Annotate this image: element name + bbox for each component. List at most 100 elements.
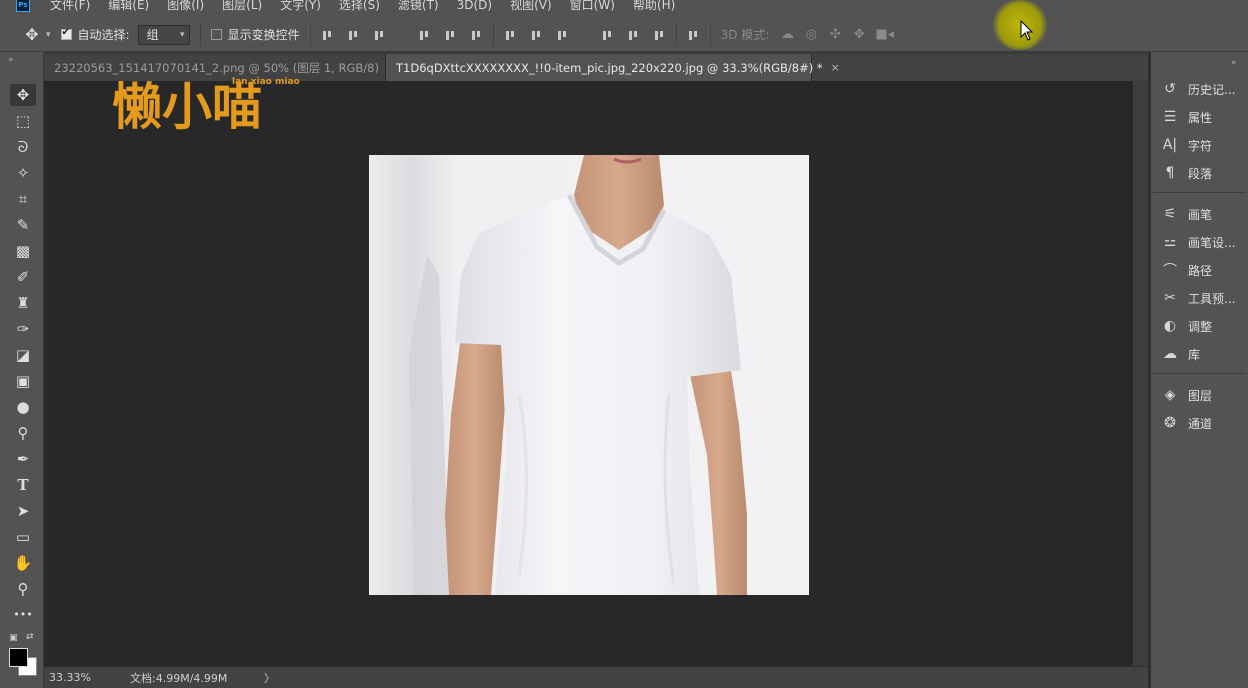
- align-left-edges-icon[interactable]: [418, 28, 431, 42]
- panel-button-layers[interactable]: ◈ 图层: [1159, 384, 1245, 406]
- panel-group-divider: [1153, 373, 1246, 374]
- photoshop-logo-icon[interactable]: Ps: [16, 0, 30, 12]
- distribute-top-icon[interactable]: [504, 28, 517, 42]
- eraser-tool-icon[interactable]: ◪: [10, 344, 36, 366]
- dodge-tool-icon[interactable]: ⚲: [10, 422, 36, 444]
- canvas-workspace[interactable]: [44, 81, 1132, 666]
- panel-button-brush-settings[interactable]: ⚍ 画笔设...: [1159, 231, 1245, 253]
- panel-label: 调整: [1188, 319, 1213, 334]
- collapse-chevrons-icon[interactable]: «: [1231, 58, 1237, 68]
- brush-tool-icon[interactable]: ✐: [10, 266, 36, 288]
- chevron-down-icon: ▾: [180, 29, 185, 40]
- panel-button-brushes[interactable]: ⚟ 画笔: [1159, 203, 1245, 225]
- panel-button-libraries[interactable]: ☁ 库: [1159, 343, 1245, 365]
- align-vertical-centers-icon[interactable]: [347, 28, 360, 42]
- eyedropper-tool-icon[interactable]: ✎: [10, 214, 36, 236]
- menu-image[interactable]: 图像(I): [167, 0, 204, 13]
- divider: [709, 23, 711, 46]
- paragraph-icon: ¶: [1165, 165, 1175, 181]
- distribute-horizontal-centers-icon[interactable]: [627, 28, 640, 42]
- collapse-chevrons-icon[interactable]: »: [8, 55, 14, 65]
- foreground-color-swatch[interactable]: [9, 648, 28, 667]
- document-image[interactable]: [369, 155, 809, 595]
- panel-label: 图层: [1188, 388, 1213, 403]
- menu-filter[interactable]: 滤镜(T): [398, 0, 439, 13]
- spot-healing-tool-icon[interactable]: ▩: [10, 240, 36, 262]
- zoom-tool-icon[interactable]: ⚲: [10, 578, 36, 600]
- swap-colors-icon[interactable]: ⇄: [26, 632, 34, 642]
- roll-3d-icon[interactable]: ◎: [803, 27, 819, 42]
- auto-align-layers-icon[interactable]: [687, 28, 700, 42]
- slide-3d-icon[interactable]: ✥: [851, 27, 867, 42]
- more-tools-icon[interactable]: •••: [10, 604, 36, 626]
- panel-button-channels[interactable]: ❂ 通道: [1159, 412, 1245, 434]
- scale-3d-icon[interactable]: ■◂: [875, 27, 894, 42]
- menu-select[interactable]: 选择(S): [339, 0, 380, 13]
- menu-window[interactable]: 窗口(W): [570, 0, 615, 13]
- adjustments-icon: ◐: [1163, 318, 1177, 334]
- vertical-scrollbar[interactable]: [1132, 81, 1148, 666]
- panel-label: 库: [1188, 347, 1201, 362]
- crop-tool-icon[interactable]: ⌗: [10, 188, 36, 210]
- panel-label: 字符: [1188, 138, 1213, 153]
- marquee-tool-icon[interactable]: ⬚: [10, 110, 36, 132]
- panel-button-properties[interactable]: ☰ 属性: [1159, 106, 1245, 128]
- menu-edit[interactable]: 编辑(E): [108, 0, 149, 13]
- distribute-bottom-icon[interactable]: [556, 28, 569, 42]
- align-bottom-edges-icon[interactable]: [373, 28, 386, 42]
- align-top-edges-icon[interactable]: [321, 28, 334, 42]
- distribute-left-icon[interactable]: [601, 28, 614, 42]
- menu-layer[interactable]: 图层(L): [222, 0, 262, 13]
- status-menu-arrow-icon[interactable]: 〉: [264, 670, 275, 686]
- panel-dock: « ↺ 历史记... ☰ 属性 A| 字符 ¶ 段落 ⚟ 画笔 ⚍ 画笔设... ⌒ 路径 ✂ 工具预... ◐…: [1151, 52, 1248, 688]
- history-brush-tool-icon[interactable]: ✑: [10, 318, 36, 340]
- blur-tool-icon[interactable]: ●: [10, 396, 36, 418]
- document-size-info: 文档:4.99M/4.99M: [130, 671, 228, 685]
- brushes-icon: ⚟: [1163, 206, 1177, 222]
- zoom-level-field[interactable]: 33.33%: [44, 671, 100, 684]
- auto-select-target-dropdown[interactable]: 组 ▾: [137, 24, 190, 45]
- menu-file[interactable]: 文件(F): [50, 0, 90, 13]
- rectangle-tool-icon[interactable]: ▭: [10, 526, 36, 548]
- hand-tool-icon[interactable]: ✋: [10, 552, 36, 574]
- path-selection-tool-icon[interactable]: ➤: [10, 500, 36, 522]
- document-tab-active[interactable]: T1D6qDXttcXXXXXXXX_!!0-item_pic.jpg_220x…: [386, 54, 840, 81]
- panel-button-paths[interactable]: ⌒ 路径: [1159, 259, 1245, 281]
- chevron-down-icon[interactable]: ▾: [46, 30, 51, 40]
- move-tool-icon[interactable]: ✥: [10, 84, 36, 106]
- clone-stamp-tool-icon[interactable]: ♜: [10, 292, 36, 314]
- menu-help[interactable]: 帮助(H): [633, 0, 675, 13]
- auto-select-checkbox[interactable]: [60, 27, 72, 40]
- move-tool-preset-icon[interactable]: ✥: [22, 25, 42, 45]
- type-tool-icon[interactable]: T: [10, 474, 36, 496]
- distribute-vertical-centers-icon[interactable]: [530, 28, 543, 42]
- properties-icon: ☰: [1163, 109, 1177, 125]
- align-horizontal-centers-icon[interactable]: [444, 28, 457, 42]
- panel-button-paragraph[interactable]: ¶ 段落: [1159, 162, 1245, 184]
- divider: [675, 23, 677, 46]
- default-colors-icon[interactable]: ▣: [9, 633, 18, 643]
- align-right-edges-icon[interactable]: [470, 28, 483, 42]
- menu-view[interactable]: 视图(V): [510, 0, 552, 13]
- magic-wand-tool-icon[interactable]: ✧: [10, 162, 36, 184]
- close-icon[interactable]: ×: [823, 61, 840, 74]
- gradient-tool-icon[interactable]: ▣: [10, 370, 36, 392]
- panel-button-character[interactable]: A| 字符: [1159, 134, 1245, 156]
- orbit-3d-icon[interactable]: ☁: [779, 27, 795, 42]
- lasso-tool-icon[interactable]: ᘐ: [10, 136, 36, 158]
- panel-button-tool-presets[interactable]: ✂ 工具预...: [1159, 287, 1245, 309]
- panel-button-history[interactable]: ↺ 历史记...: [1159, 78, 1245, 100]
- panel-button-adjustments[interactable]: ◐ 调整: [1159, 315, 1245, 337]
- show-transform-controls-label: 显示变换控件: [227, 28, 300, 42]
- menu-type[interactable]: 文字(Y): [280, 0, 321, 13]
- channels-icon: ❂: [1164, 415, 1176, 431]
- menu-3d[interactable]: 3D(D): [457, 0, 492, 12]
- drag-3d-icon[interactable]: ✣: [827, 27, 843, 42]
- panel-label: 通道: [1188, 416, 1213, 431]
- libraries-icon: ☁: [1163, 346, 1177, 362]
- show-transform-controls-checkbox[interactable]: [210, 29, 222, 40]
- distribute-right-icon[interactable]: [653, 28, 666, 42]
- auto-select-label: 自动选择:: [77, 28, 130, 42]
- status-bar: 33.33% 文档:4.99M/4.99M 〉: [44, 666, 1148, 688]
- pen-tool-icon[interactable]: ✒: [10, 448, 36, 470]
